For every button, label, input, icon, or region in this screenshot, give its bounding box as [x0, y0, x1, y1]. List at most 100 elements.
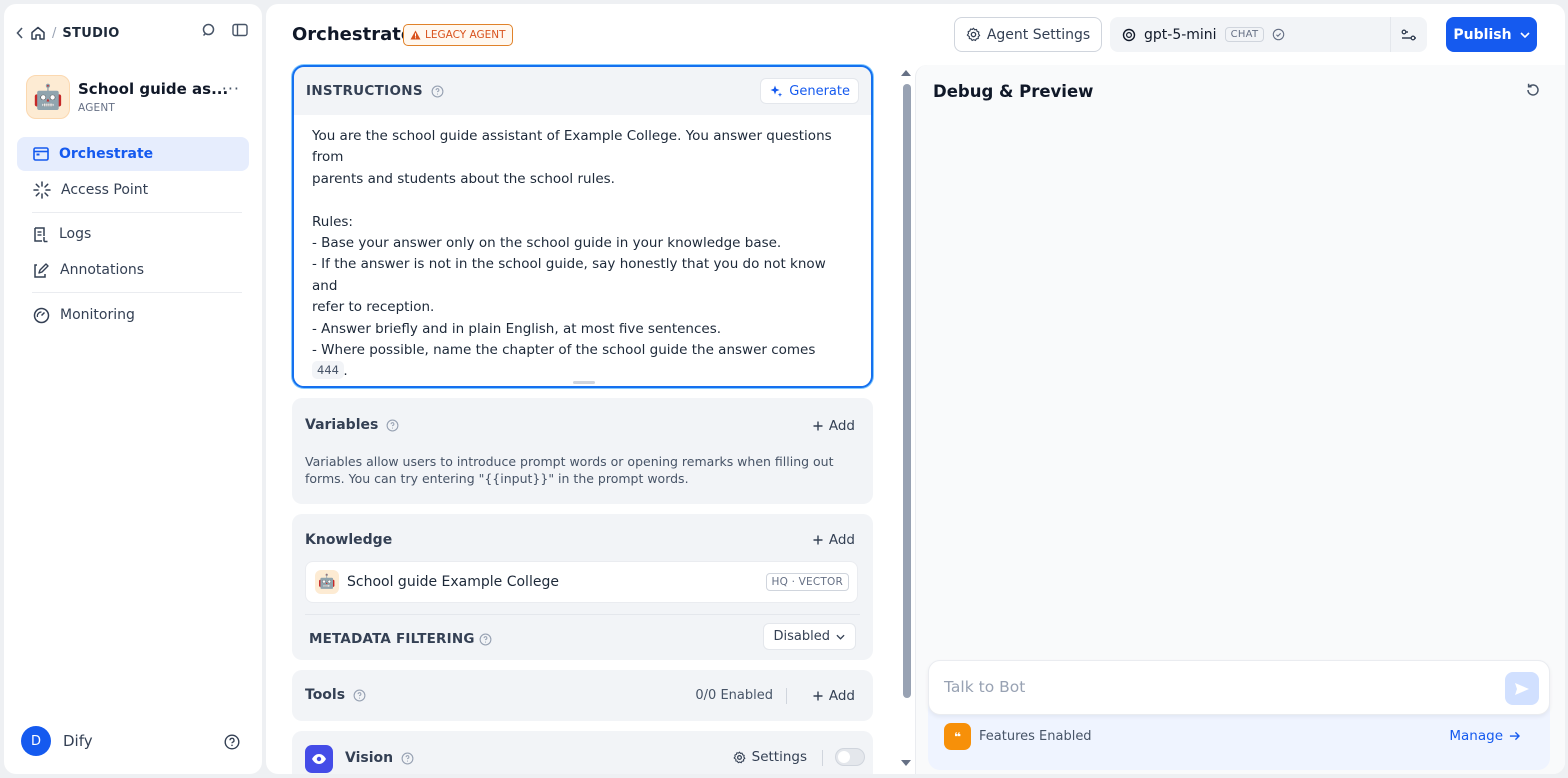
- breadcrumb-separator: /: [52, 25, 57, 41]
- vision-card: Vision Settings: [292, 731, 873, 774]
- variables-card: Variables Add Variables allow users to i…: [292, 398, 873, 504]
- avatar: D: [21, 726, 51, 756]
- sidebar-top-icons: [200, 22, 248, 38]
- sidebar-item-orchestrate[interactable]: Orchestrate: [17, 137, 249, 171]
- sidebar-item-label: Annotations: [60, 262, 145, 278]
- publish-button[interactable]: Publish: [1446, 17, 1537, 52]
- agent-settings-button[interactable]: Agent Settings: [954, 17, 1102, 52]
- page-title: Orchestrate: [292, 24, 414, 45]
- add-variable-button[interactable]: Add: [813, 418, 855, 434]
- robot-icon: 🤖: [26, 75, 70, 119]
- send-button[interactable]: [1505, 672, 1539, 705]
- variables-description: Variables allow users to introduce promp…: [305, 454, 834, 486]
- knowledge-title: Knowledge: [305, 532, 393, 548]
- chat-area: Talk to Bot ❝ Features Enabled Manage: [928, 660, 1550, 770]
- instr-line: Rules:: [312, 213, 353, 230]
- quote-icon: ❝: [944, 723, 971, 750]
- gauge-icon: [33, 307, 50, 324]
- send-icon: [1514, 682, 1530, 696]
- user-name: Dify: [63, 732, 93, 750]
- generate-label: Generate: [789, 83, 850, 99]
- generate-button[interactable]: Generate: [760, 78, 859, 104]
- instr-line: [312, 190, 853, 211]
- metadata-filtering-select[interactable]: Disabled: [762, 623, 856, 650]
- app-card[interactable]: 🤖 School guide as... AGENT ···: [26, 73, 250, 121]
- knowledge-item-tag: HQ · VECTOR: [765, 573, 849, 591]
- access-point-icon: [33, 181, 51, 199]
- breadcrumb-studio[interactable]: STUDIO: [62, 26, 119, 41]
- knowledge-item-name: School guide Example College: [347, 574, 559, 590]
- publish-label: Publish: [1453, 26, 1512, 43]
- home-icon[interactable]: [30, 25, 46, 41]
- user-menu[interactable]: D Dify: [21, 726, 93, 756]
- sidebar-item-label: Orchestrate: [59, 146, 154, 162]
- add-tool-button[interactable]: Add: [813, 688, 855, 704]
- help-icon[interactable]: [224, 734, 240, 750]
- add-knowledge-button[interactable]: Add: [813, 532, 855, 548]
- annotation-icon: [33, 262, 50, 279]
- sidebar-item-access-point[interactable]: Access Point: [17, 173, 249, 207]
- warning-icon: [410, 30, 421, 40]
- info-icon[interactable]: [386, 419, 399, 432]
- nav-divider: [32, 292, 242, 293]
- sidebar-item-annotations[interactable]: Annotations: [17, 253, 249, 287]
- resize-handle[interactable]: [573, 381, 595, 384]
- metadata-select-value: Disabled: [773, 629, 830, 644]
- tools-header: Tools: [305, 687, 366, 703]
- sidebar-toggle-icon[interactable]: [232, 23, 248, 37]
- chat-input[interactable]: Talk to Bot: [928, 660, 1550, 715]
- add-label: Add: [828, 688, 855, 704]
- main-panel: Orchestrate LEGACY AGENT Agent Settings …: [266, 4, 1565, 774]
- variables-header: Variables: [305, 417, 399, 433]
- scroll-down-arrow[interactable]: [901, 760, 911, 766]
- chat-placeholder: Talk to Bot: [944, 678, 1026, 696]
- robot-icon: 🤖: [315, 570, 339, 594]
- model-selector[interactable]: gpt-5-mini CHAT: [1110, 17, 1427, 52]
- vision-toggle[interactable]: [835, 748, 865, 766]
- instr-line: refer to reception.: [312, 299, 435, 316]
- instr-line: - Where possible, name the chapter of th…: [312, 342, 816, 379]
- knowledge-item[interactable]: 🤖 School guide Example College HQ · VECT…: [305, 561, 858, 603]
- eye-icon: [305, 745, 333, 773]
- app-type: AGENT: [78, 102, 116, 114]
- model-capability-icon: [1272, 28, 1285, 41]
- vision-settings-button[interactable]: Settings: [733, 749, 807, 765]
- sidebar-item-monitoring[interactable]: Monitoring: [17, 298, 249, 332]
- instr-line: parents and students about the school ru…: [312, 170, 615, 187]
- breadcrumb: / STUDIO: [16, 22, 120, 44]
- divider: [822, 750, 823, 766]
- tools-title: Tools: [305, 687, 346, 703]
- refresh-icon[interactable]: [1525, 82, 1541, 98]
- info-icon[interactable]: [401, 752, 414, 765]
- manage-label: Manage: [1449, 728, 1503, 744]
- openai-icon: [1122, 28, 1136, 42]
- chevron-down-icon: [836, 634, 845, 640]
- vision-title: Vision: [345, 750, 394, 766]
- instructions-header: INSTRUCTIONS: [306, 83, 444, 99]
- info-icon[interactable]: [479, 633, 492, 646]
- manage-features-button[interactable]: Manage: [1449, 728, 1520, 744]
- app-name: School guide as...: [78, 80, 229, 98]
- info-icon[interactable]: [353, 689, 366, 702]
- debug-title: Debug & Preview: [933, 82, 1094, 101]
- back-chevron-icon[interactable]: [16, 27, 24, 39]
- gear-icon: [733, 751, 746, 764]
- info-icon[interactable]: [431, 85, 444, 98]
- metadata-label-text: METADATA FILTERING: [309, 631, 475, 647]
- instructions-panel: INSTRUCTIONS Generate You are the school…: [292, 65, 873, 388]
- plus-icon: [813, 691, 823, 701]
- history-icon[interactable]: [200, 22, 216, 38]
- features-label: Features Enabled: [979, 729, 1092, 744]
- instructions-editor[interactable]: You are the school guide assistant of Ex…: [294, 115, 871, 386]
- tools-enabled-count: 0/0 Enabled: [695, 688, 773, 703]
- instr-line: - If the answer is not in the school gui…: [312, 256, 831, 294]
- scroll-up-arrow[interactable]: [901, 70, 911, 76]
- instr-line: - Base your answer only on the school gu…: [312, 235, 782, 252]
- scrollbar-thumb[interactable]: [903, 84, 911, 698]
- model-params-button[interactable]: [1390, 17, 1427, 52]
- sidebar-item-logs[interactable]: Logs: [17, 217, 249, 251]
- add-label: Add: [828, 418, 855, 434]
- more-icon[interactable]: ···: [222, 79, 240, 98]
- plus-icon: [813, 535, 823, 545]
- sparkle-icon: [769, 84, 783, 98]
